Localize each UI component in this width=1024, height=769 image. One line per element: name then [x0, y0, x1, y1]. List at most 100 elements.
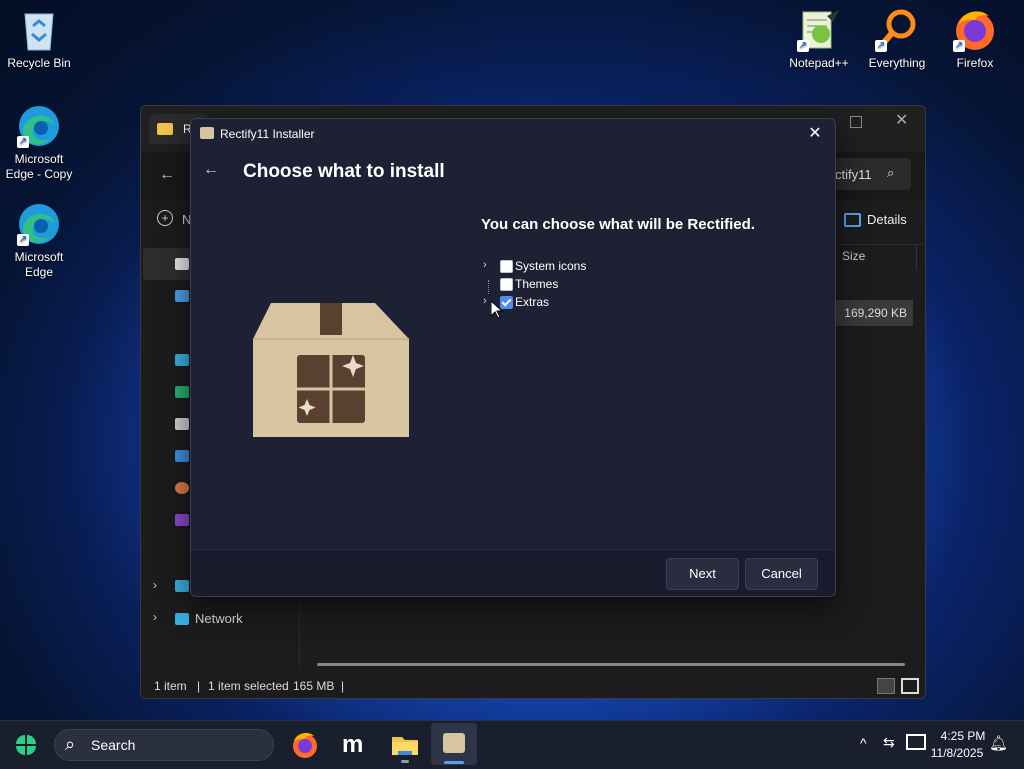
tree-item-label: System icons: [515, 259, 587, 273]
active-indicator: [444, 761, 464, 764]
desktop-icon-label: Microsoft Edge - Copy: [5, 152, 73, 181]
nav-item-network[interactable]: Network: [195, 611, 243, 626]
tiles-view-icon[interactable]: [901, 678, 919, 694]
firefox-taskbar-icon[interactable]: [289, 729, 321, 761]
edge-icon: ↗: [17, 104, 61, 148]
folder-icon: [157, 123, 173, 135]
taskbar-date[interactable]: 11/8/2025: [924, 746, 990, 760]
display-icon[interactable]: [906, 734, 926, 750]
details-pane-icon: [844, 213, 861, 227]
taskbar-search-box[interactable]: ⌕ Search: [54, 729, 274, 761]
desktop-icon-label: Notepad++: [789, 56, 849, 70]
maximize-icon[interactable]: [850, 116, 862, 128]
search-placeholder: Search: [91, 737, 136, 753]
chevron-up-icon[interactable]: ^: [860, 735, 867, 751]
network-icon: [175, 613, 189, 625]
pictures-icon: [175, 450, 189, 462]
tree-item-system-icons[interactable]: › System icons: [483, 258, 783, 276]
app-box-icon: [200, 127, 214, 139]
status-selected: 1 item selected: [208, 679, 289, 693]
search-text: ctify11: [835, 167, 872, 182]
back-arrow-icon[interactable]: ←: [159, 166, 175, 184]
windows-logo-icon: [16, 735, 36, 755]
shortcut-arrow-icon: ↗: [17, 234, 29, 246]
search-input[interactable]: ctify11 ⌕: [835, 158, 911, 190]
desktop-icon-label: Everything: [868, 56, 926, 70]
next-button[interactable]: Next: [666, 558, 739, 590]
file-row-selected[interactable]: 169,290 KB: [835, 300, 913, 326]
shortcut-arrow-icon: ↗: [875, 40, 887, 52]
list-view-icon[interactable]: [877, 678, 895, 694]
shortcut-arrow-icon: ↗: [797, 40, 809, 52]
search-icon: ⌕: [887, 165, 895, 180]
desktop-icon-everything[interactable]: ↗ Everything: [859, 8, 935, 71]
documents-icon: [175, 418, 189, 430]
file-explorer-taskbar-icon[interactable]: [389, 729, 421, 763]
taskbar: ⌕ Search m ^ ⇆ 4:25 PM 11/8/2025 🔔︎: [0, 720, 1024, 769]
network-status-icon[interactable]: ⇆: [883, 734, 895, 751]
desktop-icon-label: Recycle Bin: [7, 56, 71, 70]
cancel-button[interactable]: Cancel: [745, 558, 818, 590]
desktop-folder-icon: [175, 354, 189, 366]
page-title: Choose what to install: [243, 161, 445, 182]
checkbox[interactable]: [500, 260, 513, 273]
dialog-footer: Next Cancel: [191, 549, 835, 596]
music-icon: [175, 482, 189, 494]
status-divider: |: [341, 679, 345, 693]
section-subheading: You can choose what will be Rectified.: [481, 216, 755, 233]
shortcut-arrow-icon: ↗: [17, 136, 29, 148]
taskbar-time[interactable]: 4:25 PM: [930, 729, 996, 743]
firefox-icon: ↗: [953, 8, 997, 52]
home-icon: [175, 258, 189, 270]
recycle-bin-icon: [17, 8, 61, 52]
desktop-icon-edge[interactable]: ↗ Microsoft Edge: [1, 202, 77, 280]
desktop-icon-edge-copy[interactable]: ↗ Microsoft Edge - Copy: [1, 104, 77, 182]
horizontal-scrollbar[interactable]: [317, 663, 905, 666]
m-letter-icon: m: [342, 731, 364, 758]
desktop-icon-label: Firefox: [956, 56, 994, 70]
component-tree: › System icons Themes › Extras: [483, 258, 783, 312]
dialog-title: Rectify11 Installer: [220, 127, 315, 141]
chevron-right-icon[interactable]: ›: [153, 578, 157, 592]
notepadpp-icon: ↗: [797, 8, 841, 52]
desktop-icon-label: Microsoft Edge: [14, 250, 64, 279]
rectify-installer-taskbar-button[interactable]: [431, 723, 477, 765]
close-icon[interactable]: ✕: [895, 110, 908, 130]
magnifier-icon: ↗: [875, 8, 919, 52]
checkbox[interactable]: [500, 278, 513, 291]
app-box-icon: [443, 733, 465, 753]
running-indicator: [401, 760, 409, 763]
tree-item-label: Themes: [515, 277, 559, 291]
status-item-count: 1 item: [154, 679, 187, 693]
downloads-icon: [175, 386, 189, 398]
size-column-header[interactable]: Size: [842, 249, 865, 263]
tree-item-themes[interactable]: Themes: [483, 276, 783, 294]
start-button[interactable]: [14, 733, 38, 757]
column-header: Size: [835, 244, 917, 270]
package-illustration: [253, 303, 411, 439]
back-arrow-icon[interactable]: ←: [203, 161, 219, 179]
tree-item-label: Extras: [515, 295, 550, 309]
tree-item-extras[interactable]: › Extras: [483, 294, 783, 312]
close-icon[interactable]: ✕: [803, 123, 827, 145]
installer-dialog: Rectify11 Installer ✕ ← Choose what to i…: [190, 118, 836, 597]
desktop-icon-notepadpp[interactable]: ↗ Notepad++: [781, 8, 857, 71]
mouse-cursor: [490, 299, 504, 324]
edge-icon: ↗: [17, 202, 61, 246]
dialog-titlebar: Rectify11 Installer ✕: [191, 119, 835, 149]
gallery-icon: [175, 290, 189, 302]
shortcut-arrow-icon: ↗: [953, 40, 965, 52]
notification-bell-icon[interactable]: 🔔︎: [989, 734, 1008, 752]
desktop-icon-firefox[interactable]: ↗ Firefox: [937, 8, 1013, 71]
details-button[interactable]: Details: [867, 212, 907, 227]
chevron-right-icon[interactable]: ›: [483, 259, 495, 271]
desktop-icon-recycle-bin[interactable]: Recycle Bin: [1, 8, 77, 71]
status-size: 165 MB: [293, 679, 335, 693]
chevron-right-icon[interactable]: ›: [153, 610, 157, 624]
file-size: 169,290 KB: [844, 306, 907, 320]
m-app-taskbar-icon[interactable]: m: [338, 729, 370, 761]
new-plus-icon[interactable]: +: [157, 210, 173, 226]
status-divider: |: [197, 679, 201, 693]
videos-icon: [175, 514, 189, 526]
this-pc-icon: [175, 580, 189, 592]
